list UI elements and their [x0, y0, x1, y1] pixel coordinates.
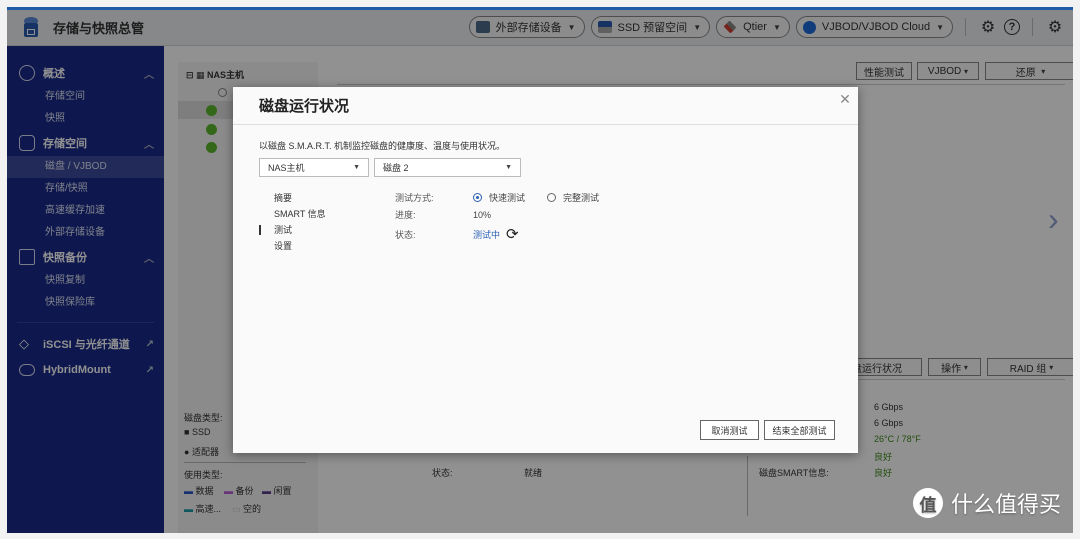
dialog-title: 磁盘运行状况 [233, 87, 858, 125]
button-label: 结束全部测试 [772, 425, 827, 436]
tab-summary[interactable]: 摘要 [259, 190, 326, 206]
cancel-test-button[interactable]: 取消测试 [700, 420, 759, 440]
progress-value: 10% [473, 209, 492, 220]
watermark-logo: 值 [912, 488, 943, 518]
full-test-label[interactable]: 完整测试 [563, 191, 599, 204]
refresh-icon[interactable]: ⟳ [506, 225, 519, 243]
caret-down-icon: ▼ [353, 164, 360, 171]
quick-test-radio[interactable] [473, 193, 482, 202]
test-mode-row: 测试方式: 快速测试 完整测试 [395, 191, 599, 204]
disk-select[interactable]: 磁盘 2 ▼ [374, 158, 521, 177]
caret-down-icon: ▼ [505, 164, 512, 171]
progress-row: 进度: 10% [395, 208, 491, 221]
disk-health-dialog: 磁盘运行状况 ✕ 以磁盘 S.M.A.R.T. 机制监控磁盘的健康度、温度与使用… [233, 87, 858, 453]
close-icon[interactable]: ✕ [838, 91, 852, 107]
watermark-text: 什么值得买 [950, 492, 1061, 517]
select-value: 磁盘 2 [383, 163, 409, 173]
watermark: 值 什么值得买 [912, 487, 1061, 519]
status-label: 状态: [395, 229, 416, 240]
dialog-description: 以磁盘 S.M.A.R.T. 机制监控磁盘的健康度、温度与使用状况。 [259, 141, 506, 151]
test-mode-label: 测试方式: [395, 193, 434, 203]
dialog-tabs: 摘要 SMART 信息 测试 设置 [259, 190, 326, 254]
status-row: 状态: 测试中 ⟳ [395, 225, 519, 243]
tab-smart-info[interactable]: SMART 信息 [259, 206, 326, 222]
select-value: NAS主机 [268, 163, 305, 173]
end-all-tests-button[interactable]: 结束全部测试 [764, 420, 835, 440]
button-label: 取消测试 [711, 425, 748, 436]
progress-label: 进度: [395, 210, 416, 220]
quick-test-label[interactable]: 快速测试 [489, 191, 525, 204]
host-select[interactable]: NAS主机 ▼ [259, 158, 369, 177]
tab-settings[interactable]: 设置 [259, 238, 326, 254]
full-test-radio[interactable] [547, 193, 557, 202]
status-value: 测试中 [473, 229, 501, 240]
tab-test[interactable]: 测试 [259, 222, 326, 238]
